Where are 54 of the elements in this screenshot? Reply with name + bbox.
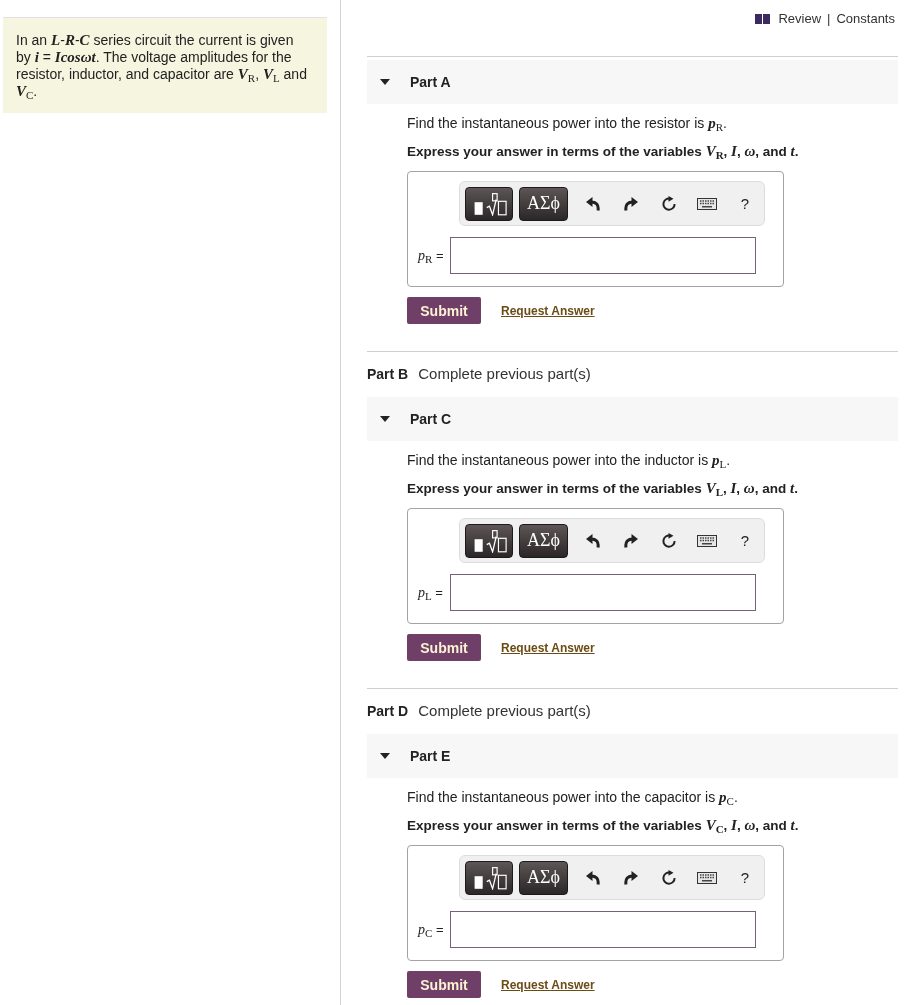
instruction-text: Express your answer in terms of the variables V$_{C}$, I, ω, and t. — [407, 816, 800, 835]
keyboard-icon[interactable] — [697, 871, 717, 884]
caret-icon[interactable] — [380, 416, 390, 422]
reset-icon[interactable] — [661, 532, 677, 549]
book-icon — [755, 14, 771, 24]
caret-icon[interactable] — [380, 79, 390, 85]
link-separator: | — [827, 10, 831, 28]
redo-icon[interactable] — [624, 533, 638, 548]
answer-input[interactable] — [450, 574, 756, 611]
reset-icon[interactable] — [661, 195, 677, 212]
undo-icon[interactable] — [586, 196, 600, 211]
part-status: Complete previous part(s) — [418, 702, 591, 720]
submit-button[interactable]: Submit — [407, 634, 481, 661]
answer-input[interactable] — [450, 911, 756, 948]
part-status: Complete previous part(s) — [418, 365, 591, 383]
templates-button[interactable] — [465, 860, 513, 895]
help-button[interactable]: ? — [740, 194, 750, 213]
redo-icon[interactable] — [624, 870, 638, 885]
question-text: Find the instantaneous power into the capacitor is p$_{C}$. — [407, 788, 739, 806]
request-answer-link[interactable]: Request Answer — [501, 640, 595, 655]
question-text: Find the instantaneous power into the resistor is p$_{R}$. — [407, 114, 728, 132]
symbols-button[interactable]: ΑΣϕ — [519, 186, 568, 221]
part-header[interactable]: Part A — [367, 60, 898, 104]
part-title: Part B — [367, 365, 409, 383]
symbols-button[interactable]: ΑΣϕ — [519, 523, 568, 558]
undo-icon[interactable] — [586, 533, 600, 548]
templates-button[interactable] — [465, 186, 513, 221]
request-answer-link[interactable]: Request Answer — [501, 977, 595, 992]
answer-input[interactable] — [450, 237, 756, 274]
caret-icon[interactable] — [380, 753, 390, 759]
help-button[interactable]: ? — [740, 531, 750, 550]
instruction-text: Express your answer in terms of the variables V$_{L}$, I, ω, and t. — [407, 479, 799, 498]
instruction-text: Express your answer in terms of the variables V$_{R}$, I, ω, and t. — [407, 142, 800, 161]
part-header[interactable]: Part C — [367, 397, 898, 441]
templates-button[interactable] — [465, 523, 513, 558]
redo-icon[interactable] — [624, 196, 638, 211]
answer-label: p$_{R}$ = — [416, 247, 445, 264]
review-link[interactable]: Review — [778, 10, 822, 28]
keyboard-icon[interactable] — [697, 534, 717, 547]
answer-label: p$_{L}$ = — [416, 584, 444, 601]
intro-text: In an L-R-C series circuit the current is given by i = Icosωt. The voltage amplitudes for the resistor, inductor, and capacitor are V$_{R}$, V$_{L}$ and V$_{C}$. — [16, 32, 308, 100]
undo-icon[interactable] — [586, 870, 600, 885]
part-title: Part D — [367, 702, 409, 720]
part-header[interactable]: Part E — [367, 734, 898, 778]
constants-link[interactable]: Constants — [836, 10, 895, 28]
question-text: Find the instantaneous power into the inductor is p$_{L}$. — [407, 451, 732, 469]
answer-label: p$_{C}$ = — [416, 921, 445, 938]
request-answer-link[interactable]: Request Answer — [501, 303, 595, 318]
reset-icon[interactable] — [661, 869, 677, 886]
help-button[interactable]: ? — [740, 868, 750, 887]
submit-button[interactable]: Submit — [407, 971, 481, 998]
keyboard-icon[interactable] — [697, 197, 717, 210]
symbols-button[interactable]: ΑΣϕ — [519, 860, 568, 895]
submit-button[interactable]: Submit — [407, 297, 481, 324]
